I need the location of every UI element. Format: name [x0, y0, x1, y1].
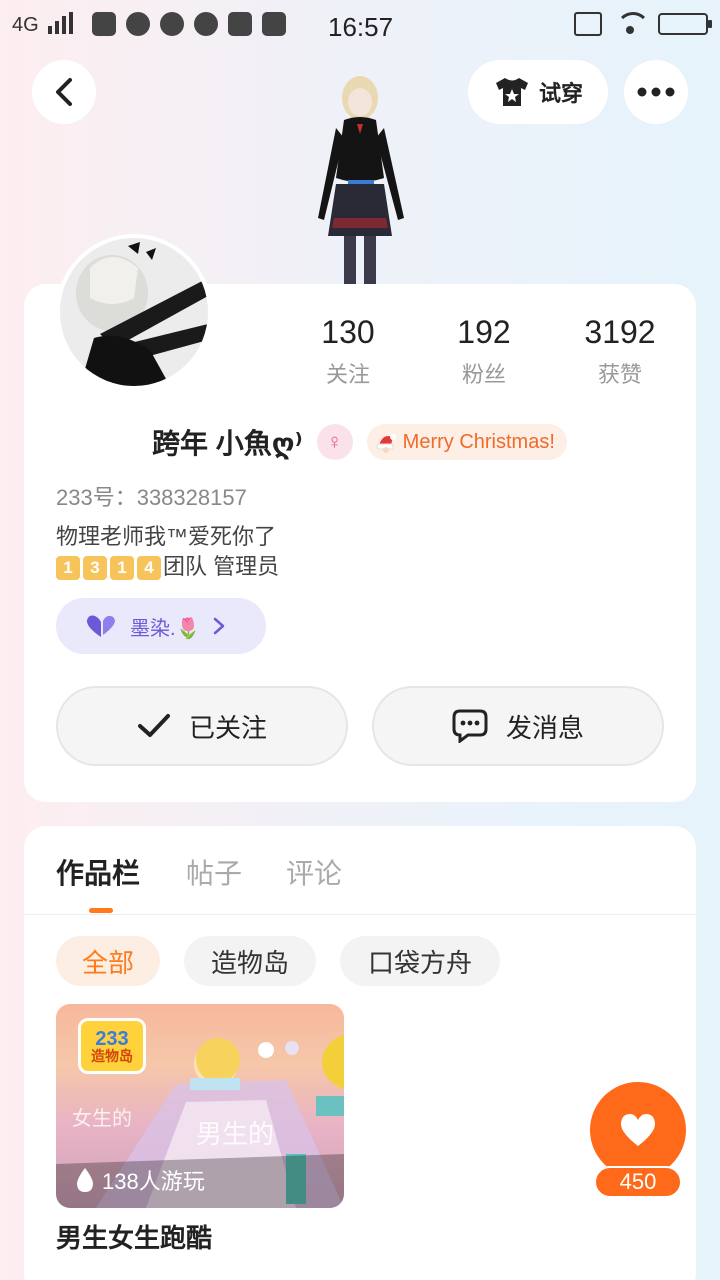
wifi-icon — [614, 12, 650, 36]
logo-top-text: 233 — [95, 1028, 129, 1050]
fans-label: 粉丝 — [461, 362, 506, 387]
likes-label: 获赞 — [597, 362, 642, 387]
tab-comments[interactable]: 评论 — [286, 852, 342, 892]
network-type: 4G — [12, 14, 39, 36]
bag-icon — [92, 12, 116, 36]
filter-pocket-ark[interactable]: 口袋方舟 — [340, 936, 500, 986]
back-button[interactable] — [32, 60, 96, 124]
digit-tag: 3 — [83, 556, 107, 581]
send-message-label: 发消息 — [505, 712, 584, 743]
battery-icon — [658, 13, 712, 35]
following-count: 130 — [321, 314, 375, 350]
female-icon: ♀ — [316, 424, 353, 460]
chat-bubble-icon — [452, 709, 488, 743]
game-title[interactable]: 男生女生跑酷 — [56, 1218, 212, 1255]
followed-button[interactable]: 已关注 — [56, 686, 348, 766]
fans-count: 192 — [457, 314, 511, 350]
overlay-text-girls: 女生的 — [72, 1108, 132, 1130]
tshirt-icon — [495, 78, 528, 106]
planet-icon — [126, 12, 150, 36]
heart-icon — [620, 1114, 656, 1146]
like-count: 450 — [594, 1166, 682, 1198]
play-count-text: 138人游玩 — [102, 1169, 205, 1194]
followed-label: 已关注 — [188, 712, 267, 743]
cat-icon — [194, 12, 218, 36]
send-message-button[interactable]: 发消息 — [372, 686, 664, 766]
stat-following[interactable]: 130 关注 — [283, 314, 413, 389]
logo-bottom-text: 造物岛 — [91, 1048, 133, 1064]
more-button[interactable] — [624, 60, 688, 124]
game-card[interactable]: 233 造物岛 女生的 男生的 138人游玩 — [56, 1004, 344, 1208]
notification-icons — [92, 12, 286, 36]
double-heart-icon — [86, 615, 115, 637]
chevron-right-icon — [214, 617, 225, 635]
avatar-image — [60, 238, 208, 386]
chevron-left-icon — [56, 78, 72, 106]
santa-hat-icon — [376, 434, 396, 453]
tab-divider — [24, 914, 696, 915]
name-row: 跨年 小魚ღ⁾ ♀ Merry Christmas! — [152, 420, 567, 464]
play-count: 138人游玩 — [74, 1164, 205, 1196]
tab-indicator — [89, 908, 113, 913]
creation-island-logo: 233 造物岛 — [78, 1018, 146, 1074]
signal-icon — [48, 12, 74, 34]
speaker-icon — [262, 12, 286, 36]
christmas-badge[interactable]: Merry Christmas! — [366, 424, 567, 460]
play-icon — [160, 12, 184, 36]
digit-tag: 4 — [137, 556, 161, 581]
avatar[interactable] — [56, 234, 212, 390]
clock: 16:57 — [328, 12, 394, 42]
digit-tags: 1 3 1 4 — [56, 556, 161, 581]
filter-all[interactable]: 全部 — [56, 936, 160, 986]
username: 跨年 小魚ღ⁾ — [152, 428, 303, 459]
avatar-3d-figure[interactable] — [300, 68, 420, 288]
more-dots-icon — [637, 87, 675, 97]
bio: 物理老师我™爱死你了 1 3 1 4 团队 管理员 — [56, 522, 279, 582]
following-label: 关注 — [325, 362, 370, 387]
digit-tag: 1 — [56, 556, 80, 581]
digit-tag: 1 — [110, 556, 134, 581]
user-id[interactable]: 233号：338328157 — [56, 480, 247, 512]
filter-creation-island[interactable]: 造物岛 — [184, 936, 316, 986]
bio-line-2-text: 团队 管理员 — [163, 554, 280, 579]
group-chip-label: 墨染.🌷 — [130, 617, 201, 640]
stat-likes[interactable]: 3192 获赞 — [555, 314, 685, 389]
christmas-badge-text: Merry Christmas! — [402, 430, 555, 453]
status-bar: 4G 16:57 — [0, 0, 720, 50]
try-on-button[interactable]: 试穿 — [468, 60, 608, 124]
bio-line-2: 1 3 1 4 团队 管理员 — [56, 552, 279, 582]
s-app-icon — [228, 12, 252, 36]
like-button[interactable] — [590, 1082, 686, 1178]
flame-icon — [77, 1168, 93, 1192]
tab-works[interactable]: 作品栏 — [56, 852, 140, 892]
stat-fans[interactable]: 192 粉丝 — [419, 314, 549, 389]
group-chip[interactable]: 墨染.🌷 — [56, 598, 266, 654]
try-on-label: 试穿 — [538, 81, 583, 106]
overlay-text-boys: 男生的 — [196, 1119, 275, 1149]
tab-posts[interactable]: 帖子 — [186, 852, 242, 892]
check-icon — [137, 714, 170, 737]
bio-line-1: 物理老师我™爱死你了 — [56, 524, 277, 549]
likes-count: 3192 — [584, 314, 656, 350]
vibrate-icon — [574, 12, 602, 36]
